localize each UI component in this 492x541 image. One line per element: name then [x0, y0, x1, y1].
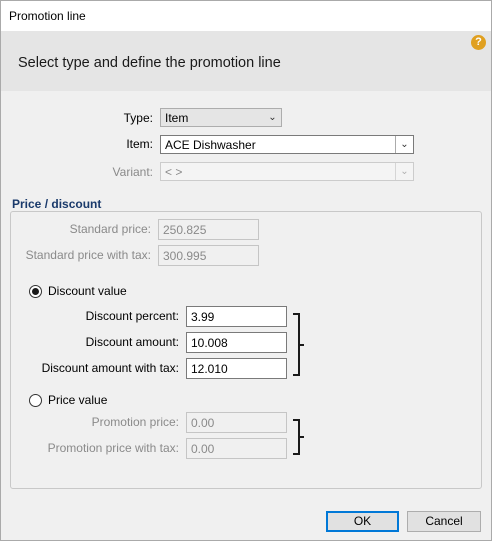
link-bracket: [293, 419, 304, 455]
chevron-down-icon[interactable]: ⌄: [395, 136, 413, 153]
type-dropdown[interactable]: Item ⌄: [160, 108, 282, 127]
discount-value-radio[interactable]: [29, 285, 42, 298]
ok-button[interactable]: OK: [326, 511, 399, 532]
cancel-button[interactable]: Cancel: [407, 511, 481, 532]
radio-selected-dot: [32, 288, 39, 295]
discount-value-label[interactable]: Discount value: [48, 284, 127, 298]
discount-amount-tax-input[interactable]: 12.010: [186, 358, 287, 379]
discount-percent-label: Discount percent:: [85, 309, 179, 323]
window-title: Promotion line: [9, 9, 86, 23]
item-combobox[interactable]: ACE Dishwasher ⌄: [160, 135, 414, 154]
page-heading: Select type and define the promotion lin…: [18, 55, 281, 71]
price-value-label[interactable]: Price value: [48, 393, 107, 407]
promotion-price-field: 0.00: [186, 412, 287, 433]
discount-amount-label: Discount amount:: [85, 335, 179, 349]
standard-price-tax-label: Standard price with tax:: [25, 248, 151, 262]
discount-percent-input[interactable]: 3.99: [186, 306, 287, 327]
discount-amount-input[interactable]: 10.008: [186, 332, 287, 353]
chevron-down-icon: ⌄: [268, 112, 277, 123]
promotion-price-tax-label: Promotion price with tax:: [47, 441, 179, 455]
item-label: Item:: [126, 137, 153, 151]
link-bracket: [293, 313, 304, 376]
price-value-radio[interactable]: [29, 394, 42, 407]
variant-value: < >: [165, 165, 183, 179]
header-band: ? Select type and define the promotion l…: [1, 31, 491, 91]
type-value: Item: [165, 111, 189, 125]
standard-price-tax-field: 300.995: [158, 245, 259, 266]
type-label: Type:: [123, 111, 153, 125]
help-icon[interactable]: ?: [471, 35, 486, 50]
chevron-down-icon: ⌄: [395, 163, 413, 180]
standard-price-field: 250.825: [158, 219, 259, 240]
promotion-price-label: Promotion price:: [91, 415, 179, 429]
bracket-tick: [299, 343, 304, 346]
section-title-price-discount: Price / discount: [12, 197, 102, 211]
variant-combobox: < > ⌄: [160, 162, 414, 181]
standard-price-label: Standard price:: [69, 222, 151, 236]
promotion-line-dialog: Promotion line ? Select type and define …: [0, 0, 492, 541]
discount-amount-tax-label: Discount amount with tax:: [41, 361, 179, 375]
item-value: ACE Dishwasher: [165, 138, 256, 152]
variant-label: Variant:: [112, 165, 153, 179]
promotion-price-tax-field: 0.00: [186, 438, 287, 459]
bracket-tick: [299, 436, 304, 438]
title-bar: Promotion line: [1, 1, 491, 31]
